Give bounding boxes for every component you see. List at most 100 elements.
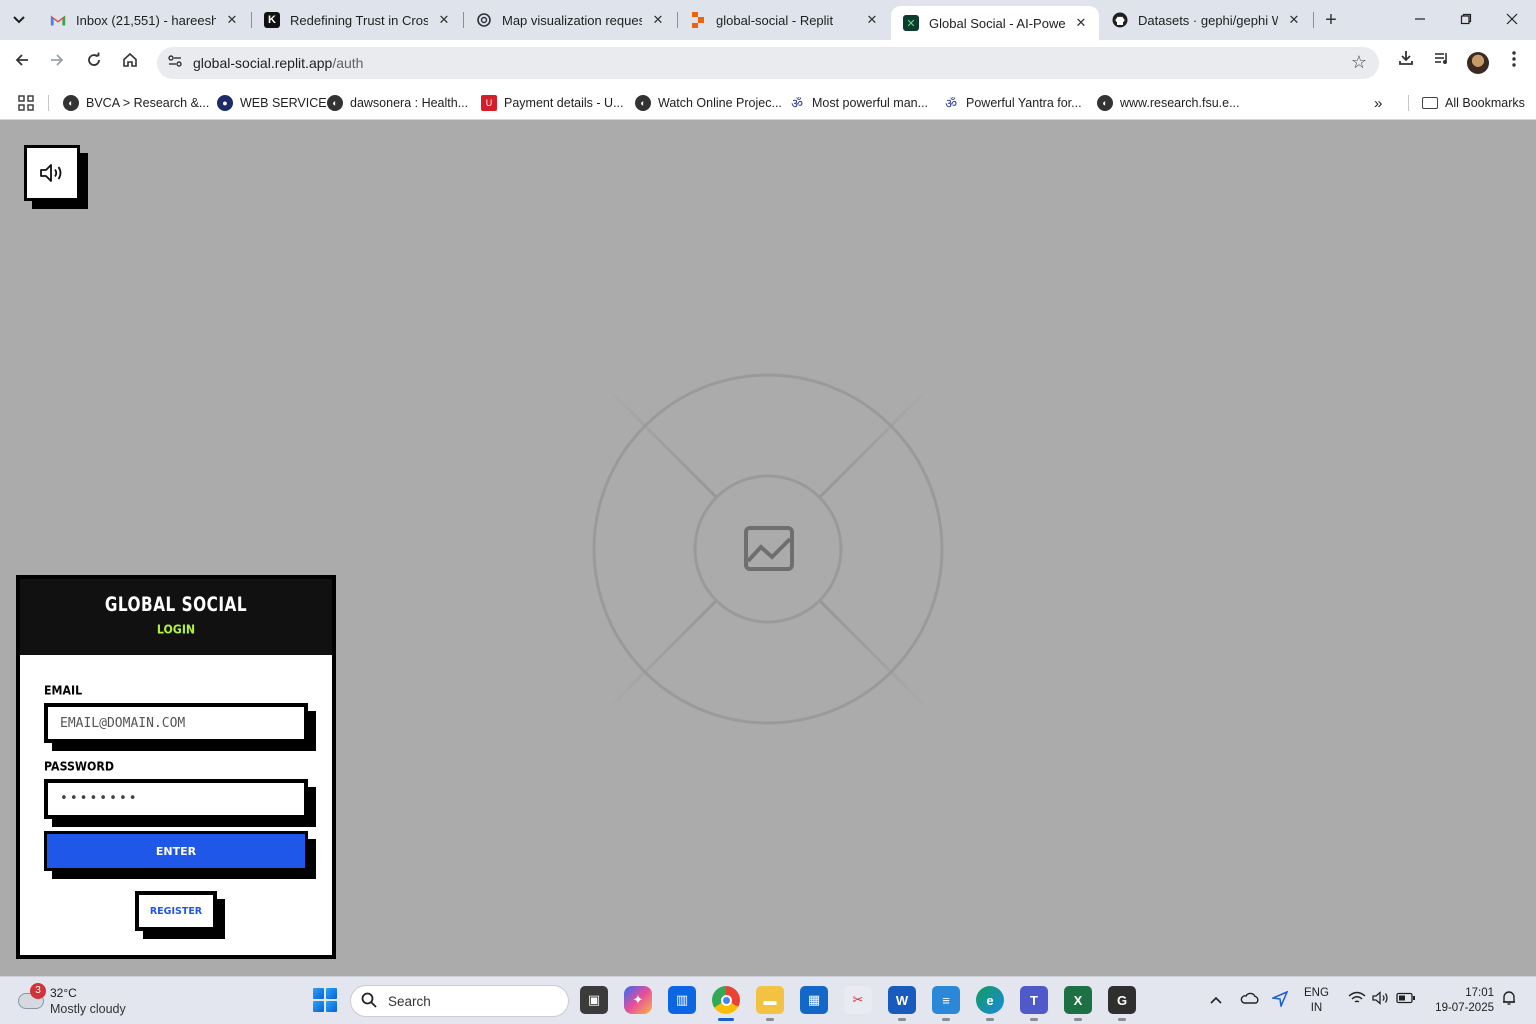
downloads-button[interactable] bbox=[1391, 48, 1421, 78]
address-bar[interactable]: global-social.replit.app/auth ☆ bbox=[157, 47, 1379, 79]
bookmark-item[interactable]: ◐ www.research.fsu.e... bbox=[1097, 92, 1240, 114]
browser-tab[interactable]: Inbox (21,551) - hareesh.b ✕ bbox=[38, 0, 250, 40]
volume-icon[interactable] bbox=[1372, 991, 1390, 1008]
show-hidden-icons-chevron-icon[interactable] bbox=[1210, 991, 1222, 1007]
browser-menu-button[interactable] bbox=[1499, 48, 1529, 78]
gephi-icon[interactable]: G bbox=[1108, 986, 1136, 1014]
battery-icon[interactable] bbox=[1396, 991, 1416, 1007]
media-controls-button[interactable] bbox=[1427, 48, 1457, 78]
search-icon bbox=[361, 992, 377, 1012]
notepad-icon[interactable]: ≡ bbox=[932, 986, 960, 1014]
taskbar-search[interactable]: Search bbox=[350, 985, 569, 1017]
browser-tab[interactable]: Map visualization request ✕ bbox=[464, 0, 676, 40]
language-indicator[interactable]: ENG IN bbox=[1304, 986, 1329, 1016]
close-icon[interactable]: ✕ bbox=[864, 12, 880, 28]
browser-tab[interactable]: global-social - Replit ✕ bbox=[678, 0, 890, 40]
apps-button[interactable] bbox=[18, 92, 34, 114]
bookmark-label: Payment details - U... bbox=[504, 96, 624, 110]
bookmark-star-icon[interactable]: ☆ bbox=[1351, 52, 1367, 73]
browser-tab-active[interactable]: ✕ Global Social - AI-Powered ✕ bbox=[891, 6, 1099, 40]
clock-date: 19-07-2025 bbox=[1435, 1002, 1494, 1014]
word-icon[interactable]: W bbox=[888, 986, 916, 1014]
reload-button[interactable] bbox=[79, 48, 109, 78]
bookmark-item[interactable]: ● WEB SERVICE bbox=[217, 92, 327, 114]
close-window-button[interactable] bbox=[1492, 6, 1532, 34]
auth-title: GLOBAL SOCIAL bbox=[104, 593, 248, 617]
minimize-button[interactable] bbox=[1400, 6, 1440, 34]
apps-grid-icon bbox=[18, 95, 34, 111]
password-input[interactable]: •••••••• bbox=[44, 779, 308, 819]
chevron-down-icon bbox=[13, 16, 25, 24]
wifi-icon[interactable] bbox=[1348, 991, 1366, 1008]
chrome-icon[interactable] bbox=[712, 986, 740, 1014]
excel-icon[interactable]: X bbox=[1064, 986, 1092, 1014]
new-tab-button[interactable]: + bbox=[1319, 9, 1343, 31]
email-field-wrapper bbox=[44, 703, 316, 751]
copilot-icon[interactable]: ✦ bbox=[624, 986, 652, 1014]
github-icon bbox=[1112, 12, 1128, 28]
location-arrow-icon[interactable] bbox=[1270, 990, 1289, 1010]
chrome-active-indicator bbox=[718, 1018, 734, 1021]
back-button[interactable] bbox=[7, 48, 37, 78]
forward-button[interactable] bbox=[42, 48, 72, 78]
password-value: •••••••• bbox=[60, 791, 139, 806]
teams-icon[interactable]: T bbox=[1020, 986, 1048, 1014]
all-bookmarks-label: All Bookmarks bbox=[1445, 96, 1525, 110]
url-host: global-social.replit.app bbox=[193, 55, 333, 71]
enter-button[interactable]: ENTER bbox=[44, 831, 308, 871]
tab-title: global-social - Replit bbox=[716, 12, 834, 28]
notification-badge: 3 bbox=[30, 983, 46, 999]
password-field-wrapper: •••••••• bbox=[44, 779, 316, 827]
hero-image-placeholder bbox=[518, 299, 1018, 799]
auth-subtitle: LOGIN bbox=[156, 622, 196, 637]
home-button[interactable] bbox=[115, 48, 145, 78]
task-view-icon[interactable]: ▣ bbox=[580, 986, 608, 1014]
close-icon[interactable]: ✕ bbox=[224, 12, 240, 28]
close-icon[interactable]: ✕ bbox=[436, 12, 452, 28]
microsoft-store-icon[interactable]: ▦ bbox=[800, 986, 828, 1014]
close-icon[interactable]: ✕ bbox=[1286, 12, 1302, 28]
onedrive-cloud-icon[interactable] bbox=[1240, 991, 1260, 1007]
email-label: EMAIL bbox=[44, 683, 83, 698]
weather-widget[interactable]: 3 32°C Mostly cloudy bbox=[16, 983, 156, 1019]
register-button[interactable]: REGISTER bbox=[135, 891, 217, 931]
tab-search-button[interactable] bbox=[6, 8, 32, 32]
edge-icon[interactable]: e bbox=[976, 986, 1004, 1014]
language-code: ENG bbox=[1304, 987, 1329, 999]
search-placeholder: Search bbox=[388, 994, 431, 1009]
sound-toggle-button[interactable] bbox=[24, 145, 80, 201]
download-icon bbox=[1399, 51, 1413, 65]
bookmark-item[interactable]: ◐ dawsonera : Health... bbox=[327, 92, 468, 114]
close-icon[interactable]: ✕ bbox=[650, 12, 666, 28]
browser-tab[interactable]: K Redefining Trust in Cross-B ✕ bbox=[252, 0, 462, 40]
system-clock[interactable]: 17:01 19-07-2025 bbox=[1428, 986, 1494, 1016]
start-button[interactable] bbox=[313, 988, 337, 1012]
site-info-icon[interactable] bbox=[165, 53, 185, 73]
restore-button[interactable] bbox=[1446, 6, 1486, 34]
snipping-tool-icon[interactable]: ✂ bbox=[844, 986, 872, 1014]
bookmark-item[interactable]: ॐ Most powerful man... bbox=[789, 92, 928, 114]
bookmark-item[interactable]: ◐ Watch Online Projec... bbox=[635, 92, 782, 114]
close-icon[interactable]: ✕ bbox=[1073, 15, 1089, 31]
email-input[interactable] bbox=[44, 703, 308, 743]
om-symbol-icon: ॐ bbox=[943, 95, 959, 111]
bookmark-item[interactable]: ॐ Powerful Yantra for... bbox=[943, 92, 1082, 114]
bookmark-item[interactable]: U Payment details - U... bbox=[481, 92, 624, 114]
bookmark-label: Powerful Yantra for... bbox=[966, 96, 1082, 110]
uniqlo-icon: U bbox=[481, 95, 497, 111]
browser-tab[interactable]: Datasets · gephi/gephi Wik ✕ bbox=[1100, 0, 1312, 40]
profile-avatar[interactable] bbox=[1467, 52, 1489, 74]
running-indicator bbox=[1030, 1018, 1038, 1021]
all-bookmarks-button[interactable]: All Bookmarks bbox=[1422, 92, 1525, 114]
gmail-icon bbox=[50, 12, 66, 28]
tab-title: Global Social - AI-Powered bbox=[929, 15, 1065, 31]
file-explorer-icon[interactable]: ▬ bbox=[756, 986, 784, 1014]
windows-logo-pane bbox=[326, 1001, 337, 1012]
bookmark-label: WEB SERVICE bbox=[240, 96, 327, 110]
bookmark-item[interactable]: ◐ BVCA > Research &... bbox=[63, 92, 209, 114]
notifications-icon[interactable] bbox=[1502, 990, 1516, 1009]
more-bookmarks-button[interactable]: » bbox=[1374, 92, 1382, 114]
keyboard-region: IN bbox=[1310, 1002, 1323, 1014]
chevron-double-right-icon: » bbox=[1374, 94, 1383, 112]
trello-icon[interactable]: ▥ bbox=[668, 986, 696, 1014]
